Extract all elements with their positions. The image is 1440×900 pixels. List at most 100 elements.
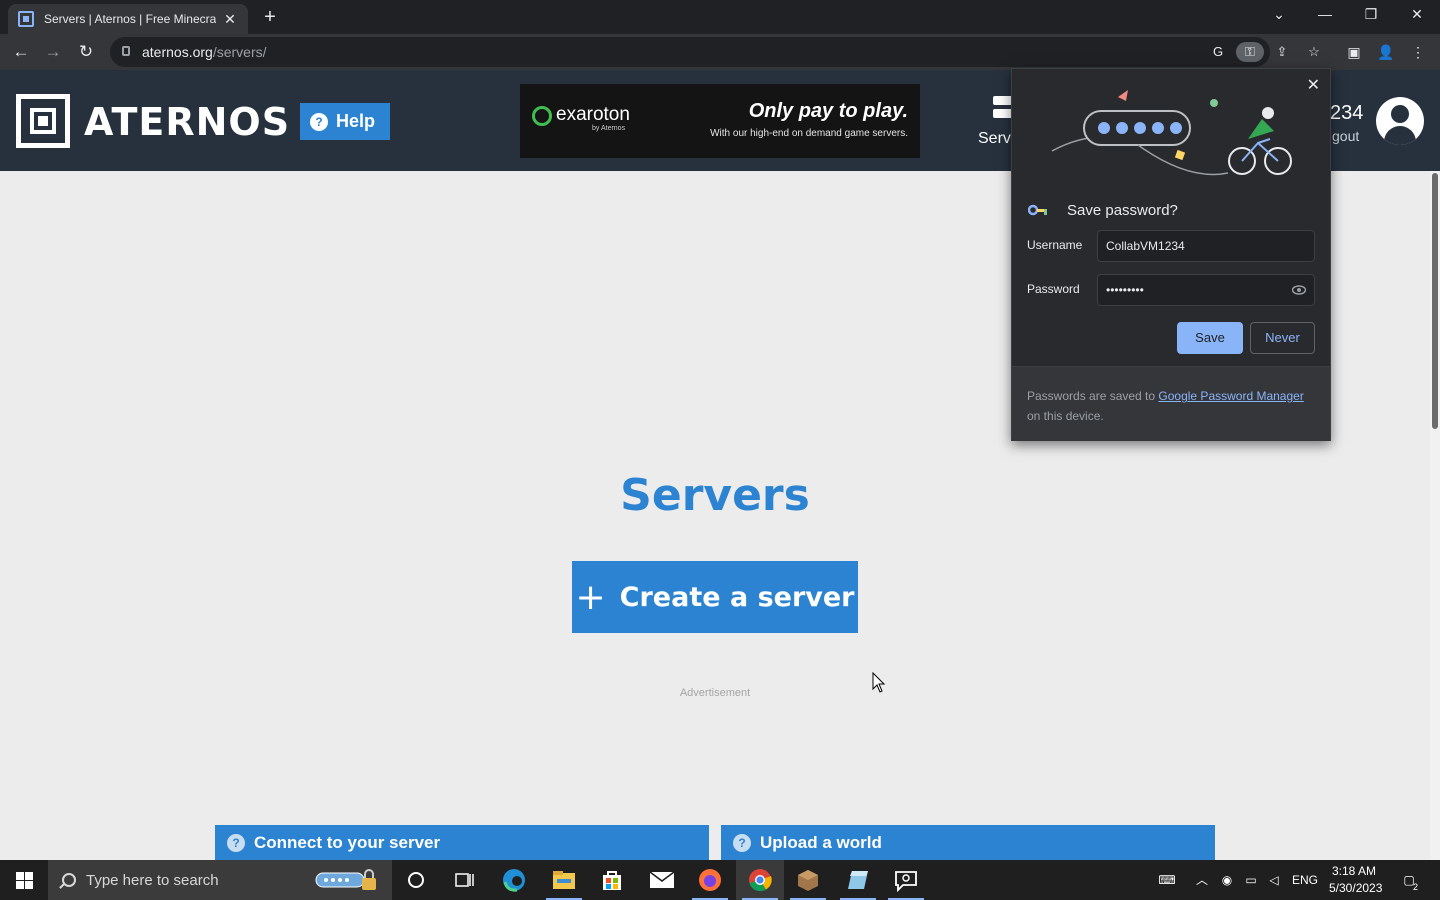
new-tab-button[interactable]: +: [258, 6, 282, 28]
tab-search-icon[interactable]: ⌄: [1256, 0, 1302, 30]
password-illustration-icon: [1051, 90, 1292, 176]
keyboard-icon[interactable]: ⌨: [1156, 872, 1178, 888]
card-label: Upload a world: [760, 832, 882, 852]
forward-icon[interactable]: →: [40, 39, 66, 65]
search-icon: [62, 873, 76, 887]
ad-subline: With our high-end on demand game servers…: [710, 128, 908, 139]
exaroton-logo-icon: [532, 106, 552, 126]
browser-tab[interactable]: Servers | Aternos | Free Minecraft ✕: [8, 4, 248, 34]
lock-icon[interactable]: [122, 46, 130, 56]
aternos-favicon-icon: [18, 11, 34, 27]
footer-text-before: Passwords are saved to: [1027, 389, 1159, 403]
url-host: aternos.org: [142, 44, 213, 60]
clock-date[interactable]: 5/30/2023: [1329, 881, 1382, 895]
side-panel-icon[interactable]: ▣: [1342, 40, 1366, 64]
username-field[interactable]: CollabVM1234: [1097, 230, 1315, 262]
username-value: CollabVM1234: [1106, 239, 1185, 253]
show-password-eye-icon[interactable]: [1292, 283, 1306, 297]
back-icon[interactable]: ←: [8, 39, 34, 65]
browser-toolbar: ← → ↻ aternos.org/servers/ G ⚿ ⇪ ☆ ▣ 👤 ⋮: [0, 34, 1440, 70]
mail-icon[interactable]: [638, 860, 686, 900]
language-indicator[interactable]: ENG: [1292, 873, 1318, 887]
edge-icon[interactable]: [490, 860, 538, 900]
ad-brand: exaroton: [556, 104, 630, 125]
save-password-dialog: ✕ Save password? Username CollabVM1234 P…: [1011, 68, 1331, 441]
profile-icon[interactable]: 👤: [1374, 40, 1398, 64]
header-logout-link[interactable]: gout: [1332, 128, 1359, 144]
meet-now-icon[interactable]: ◉: [1219, 872, 1235, 888]
tab-title: Servers | Aternos | Free Minecraft: [44, 12, 216, 26]
plus-icon: +: [575, 576, 606, 618]
user-avatar-icon[interactable]: [1376, 97, 1424, 145]
notes-app-icon[interactable]: [834, 860, 882, 900]
question-icon: ?: [310, 112, 328, 131]
ad-headline: Only pay to play.: [748, 100, 908, 122]
dialog-footer: Passwords are saved to Google Password M…: [1012, 366, 1330, 441]
share-icon[interactable]: ⇪: [1272, 42, 1292, 62]
servers-stack-icon[interactable]: [993, 96, 1013, 120]
help-button[interactable]: ? Help: [300, 103, 390, 140]
advertisement-label: Advertisement: [679, 687, 751, 699]
url-path: /servers/: [212, 44, 267, 60]
question-icon: ?: [227, 833, 245, 852]
dialog-title: Save password?: [1067, 202, 1178, 219]
volume-muted-icon[interactable]: ◁: [1266, 872, 1282, 888]
package-app-icon[interactable]: [784, 860, 832, 900]
ad-brand-by: by Aternos: [592, 125, 626, 132]
header-username[interactable]: 234: [1330, 102, 1363, 125]
feedback-hub-icon[interactable]: [882, 860, 930, 900]
password-manager-link[interactable]: Google Password Manager: [1158, 389, 1303, 403]
microsoft-store-icon[interactable]: [588, 860, 636, 900]
password-field[interactable]: •••••••••: [1097, 274, 1315, 306]
password-key-icon: [1028, 204, 1047, 216]
scrollbar-thumb[interactable]: [1432, 173, 1438, 429]
menu-kebab-icon[interactable]: ⋮: [1406, 40, 1430, 64]
never-button[interactable]: Never: [1250, 322, 1315, 354]
card-label: Connect to your server: [254, 832, 441, 852]
windows-taskbar: Type here to search ⌨ ︿ ◉ ▭ ◁ ENG 3:18 A…: [0, 860, 1440, 900]
close-tab-icon[interactable]: ✕: [222, 11, 238, 28]
mouse-cursor-icon: [872, 672, 886, 693]
key-icon[interactable]: ⚿: [1236, 42, 1264, 62]
save-password-button[interactable]: Save: [1177, 322, 1243, 354]
file-explorer-icon[interactable]: [540, 860, 588, 900]
create-server-button[interactable]: + Create a server: [572, 561, 858, 633]
aternos-logo-icon[interactable]: [16, 94, 70, 148]
bookmark-star-icon[interactable]: ☆: [1304, 42, 1324, 62]
connect-server-card[interactable]: ? Connect to your server: [215, 825, 709, 860]
logo-text[interactable]: ATERNOS: [84, 100, 290, 144]
search-placeholder: Type here to search: [86, 871, 219, 889]
cortana-icon[interactable]: [392, 860, 440, 900]
header-servers-link[interactable]: Serv: [978, 130, 1011, 148]
close-window-icon[interactable]: ✕: [1394, 0, 1440, 30]
taskbar-search-box[interactable]: Type here to search: [48, 860, 392, 900]
address-bar[interactable]: aternos.org/servers/ G ⚿ ⇪ ☆: [110, 37, 1320, 67]
url-text: aternos.org/servers/: [142, 44, 267, 60]
windows-start-icon[interactable]: [0, 860, 48, 900]
browser-tab-bar: Servers | Aternos | Free Minecraft ✕ + ⌄…: [0, 0, 1440, 34]
restore-icon[interactable]: ❐: [1348, 0, 1394, 30]
show-hidden-icons-chevron-icon[interactable]: ︿: [1194, 872, 1210, 888]
task-view-icon[interactable]: [440, 860, 488, 900]
password-label: Password: [1027, 282, 1080, 296]
close-dialog-icon[interactable]: ✕: [1307, 75, 1320, 95]
search-highlight-password-icon: [315, 869, 376, 890]
notification-count: 2: [1413, 882, 1419, 892]
reload-icon[interactable]: ↻: [73, 39, 99, 65]
clock-time[interactable]: 3:18 AM: [1332, 864, 1376, 878]
username-label: Username: [1027, 238, 1083, 252]
exaroton-ad-banner[interactable]: exaroton by Aternos Only pay to play. Wi…: [520, 84, 920, 158]
question-icon: ?: [733, 833, 751, 852]
help-label: Help: [336, 111, 376, 131]
firefox-icon[interactable]: [686, 860, 734, 900]
chrome-icon[interactable]: [736, 860, 784, 900]
google-icon[interactable]: G: [1208, 42, 1228, 62]
page-scrollbar[interactable]: [1430, 171, 1440, 860]
upload-world-card[interactable]: ? Upload a world: [721, 825, 1215, 860]
create-server-label: Create a server: [619, 581, 855, 613]
password-value: •••••••••: [1106, 283, 1144, 297]
footer-text-after: on this device.: [1027, 409, 1104, 423]
minimize-icon[interactable]: —: [1302, 0, 1348, 30]
network-icon[interactable]: ▭: [1243, 872, 1259, 888]
page-title: Servers: [620, 470, 810, 521]
